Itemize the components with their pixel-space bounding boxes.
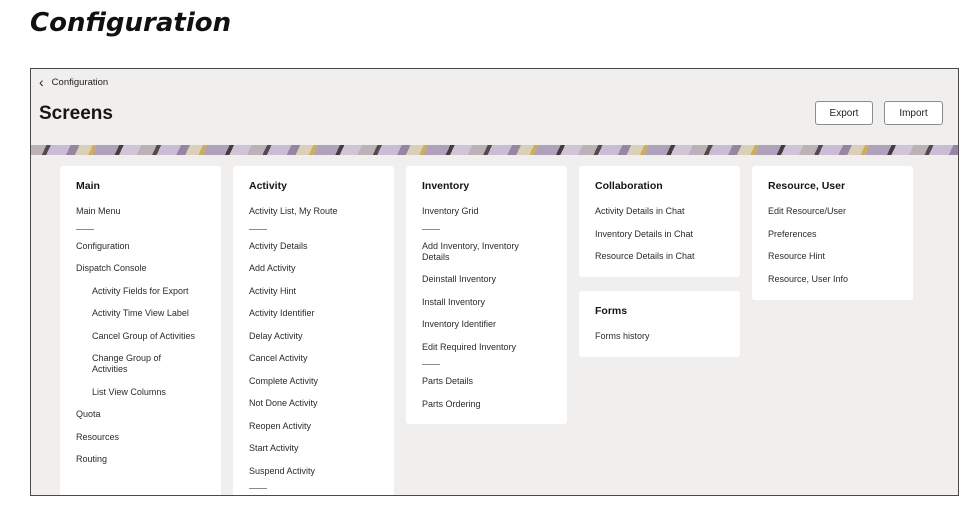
card-title: Activity: [249, 180, 287, 192]
link-main-menu[interactable]: Main Menu: [76, 206, 213, 217]
link-activity-details-chat[interactable]: Activity Details in Chat: [595, 206, 732, 217]
link-parts-details[interactable]: Parts Details: [422, 376, 559, 387]
link-activity-identifier[interactable]: Activity Identifier: [249, 308, 386, 319]
link-activity-fields-export[interactable]: Activity Fields for Export: [76, 286, 213, 297]
link-preferences[interactable]: Preferences: [768, 229, 905, 240]
decorative-banner: [31, 145, 958, 155]
link-start-activity[interactable]: Start Activity: [249, 443, 386, 454]
link-dispatch-console[interactable]: Dispatch Console: [76, 263, 213, 274]
card-collaboration: Collaboration Activity Details in Chat I…: [579, 166, 740, 277]
link-cancel-group[interactable]: Cancel Group of Activities: [76, 331, 213, 342]
card-inventory: Inventory Inventory Grid Add Inventory, …: [406, 166, 567, 424]
link-quota[interactable]: Quota: [76, 409, 213, 420]
link-inventory-identifier[interactable]: Inventory Identifier: [422, 319, 559, 330]
link-resource-details-chat[interactable]: Resource Details in Chat: [595, 251, 732, 262]
link-delay-activity[interactable]: Delay Activity: [249, 331, 386, 342]
chevron-left-icon[interactable]: ‹: [39, 75, 44, 89]
export-button[interactable]: Export: [815, 101, 873, 125]
link-resource-hint[interactable]: Resource Hint: [768, 251, 905, 262]
link-activity-time-view-label[interactable]: Activity Time View Label: [76, 308, 213, 319]
link-resource-user-info[interactable]: Resource, User Info: [768, 274, 905, 285]
link-install-inventory[interactable]: Install Inventory: [422, 297, 559, 308]
divider: [249, 228, 267, 230]
app-window: ‹ Configuration Screens Export Import Ma…: [30, 68, 959, 496]
link-list: Edit Resource/User Preferences Resource …: [768, 206, 905, 296]
card-title: Main: [76, 180, 100, 192]
import-button[interactable]: Import: [884, 101, 943, 125]
card-activity: Activity Activity List, My Route Activit…: [233, 166, 394, 495]
card-main: Main Main Menu Configuration Dispatch Co…: [60, 166, 221, 495]
link-suspend-activity[interactable]: Suspend Activity: [249, 466, 386, 477]
link-forms-history[interactable]: Forms history: [595, 331, 732, 342]
link-resources[interactable]: Resources: [76, 432, 213, 443]
card-title: Resource, User: [768, 180, 846, 192]
card-title: Collaboration: [595, 180, 663, 192]
card-title: Inventory: [422, 180, 470, 192]
link-inventory-grid[interactable]: Inventory Grid: [422, 206, 559, 217]
link-parts-ordering[interactable]: Parts Ordering: [422, 399, 559, 410]
card-title: Forms: [595, 305, 628, 317]
card-resource-user: Resource, User Edit Resource/User Prefer…: [752, 166, 913, 300]
link-activity-list[interactable]: Activity List, My Route: [249, 206, 386, 217]
link-list-view-columns[interactable]: List View Columns: [76, 387, 213, 398]
document-title: Configuration: [30, 8, 232, 38]
link-complete-activity[interactable]: Complete Activity: [249, 376, 386, 387]
link-edit-required-inventory[interactable]: Edit Required Inventory: [422, 342, 559, 353]
link-add-inventory[interactable]: Add Inventory, Inventory Details: [422, 241, 542, 263]
link-activity-hint[interactable]: Activity Hint: [249, 286, 386, 297]
link-add-activity[interactable]: Add Activity: [249, 263, 386, 274]
link-routing[interactable]: Routing: [76, 454, 213, 465]
card-forms: Forms Forms history: [579, 291, 740, 357]
link-list: Activity List, My Route Activity Details…: [249, 206, 386, 495]
breadcrumb-link[interactable]: Configuration: [52, 77, 109, 88]
link-inventory-details-chat[interactable]: Inventory Details in Chat: [595, 229, 732, 240]
link-configuration[interactable]: Configuration: [76, 241, 213, 252]
link-edit-resource-user[interactable]: Edit Resource/User: [768, 206, 905, 217]
link-list: Forms history: [595, 331, 732, 354]
divider: [76, 228, 94, 230]
link-cancel-activity[interactable]: Cancel Activity: [249, 353, 386, 364]
divider: [249, 488, 267, 489]
divider: [422, 228, 440, 230]
link-reopen-activity[interactable]: Reopen Activity: [249, 421, 386, 432]
link-change-group[interactable]: Change Group of Activities: [76, 353, 186, 375]
divider: [422, 364, 440, 365]
link-list: Main Menu Configuration Dispatch Console…: [76, 206, 213, 477]
link-list: Inventory Grid Add Inventory, Inventory …: [422, 206, 559, 421]
link-deinstall-inventory[interactable]: Deinstall Inventory: [422, 274, 559, 285]
page-title: Screens: [39, 103, 113, 124]
link-not-done-activity[interactable]: Not Done Activity: [249, 398, 386, 409]
link-activity-details[interactable]: Activity Details: [249, 241, 386, 252]
link-list: Activity Details in Chat Inventory Detai…: [595, 206, 732, 274]
breadcrumb: ‹ Configuration: [39, 75, 108, 89]
